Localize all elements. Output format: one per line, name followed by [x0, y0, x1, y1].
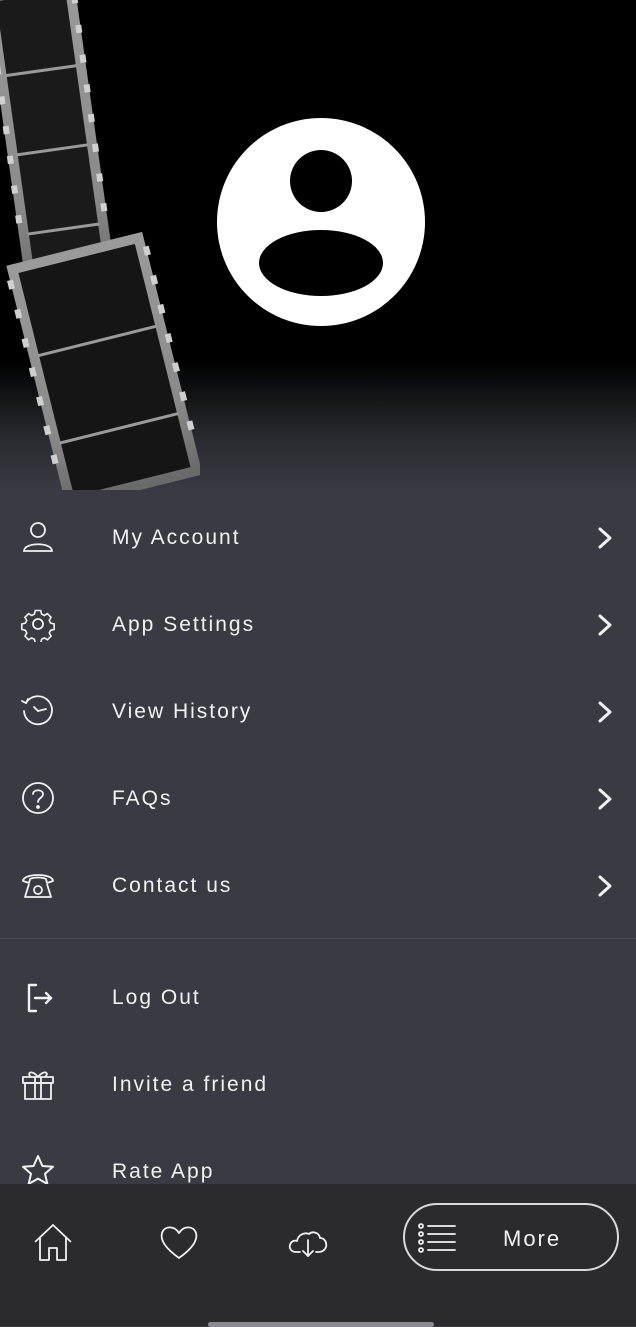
menu-divider — [0, 938, 636, 939]
menu-item-app-settings[interactable]: App Settings — [0, 582, 636, 669]
list-icon — [418, 1223, 456, 1253]
history-icon — [20, 693, 56, 729]
nav-favorites-button[interactable] — [157, 1220, 201, 1264]
menu-item-contact-us[interactable]: Contact us — [0, 843, 636, 930]
nav-downloads-button[interactable] — [286, 1220, 330, 1264]
chevron-right-icon — [598, 614, 612, 636]
menu-item-my-account[interactable]: My Account — [0, 495, 636, 582]
menu-item-view-history[interactable]: View History — [0, 669, 636, 756]
user-icon — [20, 519, 56, 555]
chevron-right-icon — [598, 875, 612, 897]
heart-icon — [160, 1226, 198, 1259]
menu-item-label: Contact us — [112, 874, 233, 897]
menu-item-label: My Account — [112, 526, 241, 549]
cloud-download-icon — [288, 1231, 328, 1257]
question-icon — [20, 780, 56, 816]
chevron-right-icon — [598, 701, 612, 723]
phone-icon — [20, 867, 56, 903]
menu-item-label: Log Out — [112, 986, 201, 1009]
more-button[interactable]: More — [403, 1203, 619, 1271]
menu-item-faqs[interactable]: FAQs — [0, 756, 636, 843]
chevron-right-icon — [598, 788, 612, 810]
avatar[interactable] — [216, 117, 426, 327]
side-menu: My Account App Settings View History FAQ… — [0, 495, 636, 1216]
bottom-navigation: More — [0, 1184, 636, 1326]
logout-icon — [20, 979, 56, 1015]
menu-item-invite-friend[interactable]: Invite a friend — [0, 1042, 636, 1129]
home-indicator — [208, 1322, 434, 1327]
profile-header — [0, 0, 636, 490]
gift-icon — [20, 1066, 56, 1102]
menu-item-label: View History — [112, 700, 253, 723]
gear-icon — [20, 606, 56, 642]
menu-item-label: Invite a friend — [112, 1073, 269, 1096]
film-strip-decoration — [0, 0, 200, 490]
home-icon — [34, 1224, 72, 1261]
menu-item-label: FAQs — [112, 787, 173, 810]
menu-item-log-out[interactable]: Log Out — [0, 955, 636, 1042]
nav-home-button[interactable] — [31, 1220, 75, 1264]
more-label: More — [503, 1226, 562, 1251]
menu-item-label: Rate App — [112, 1160, 215, 1183]
menu-item-label: App Settings — [112, 613, 256, 636]
chevron-right-icon — [598, 527, 612, 549]
